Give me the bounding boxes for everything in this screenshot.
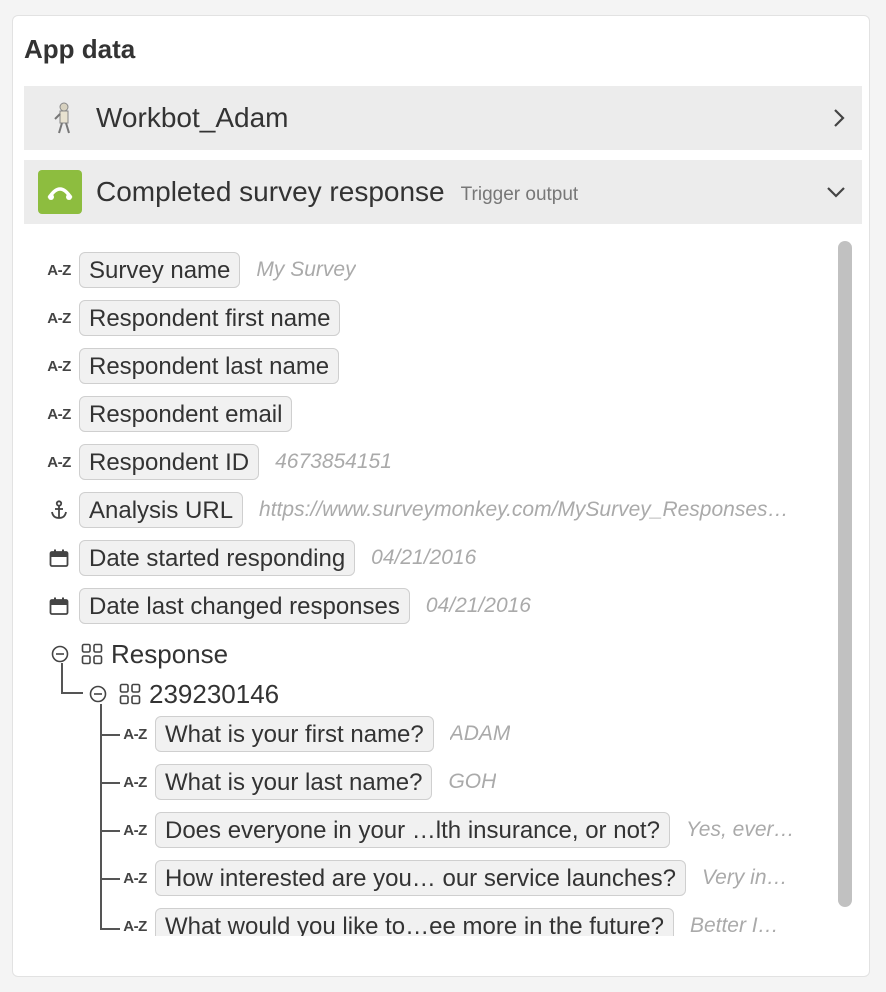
field-pill[interactable]: Does everyone in your …lth insurance, or… [155,812,670,848]
question-interest: A-Z How interested are you… our service … [121,858,831,898]
text-type-icon: A-Z [123,725,147,743]
response-label: Response [111,638,229,669]
text-type-icon: A-Z [123,821,147,839]
scrollbar-thumb[interactable] [838,241,852,907]
tree-connector [61,663,63,693]
panel-title: App data [24,34,136,64]
chevron-down-icon[interactable] [826,160,846,224]
field-pill[interactable]: Respondent last name [79,348,340,384]
response-id-label: 239230146 [149,678,280,709]
workbot-row[interactable]: Workbot_Adam [24,86,862,150]
field-pill[interactable]: What is your first name? [155,716,434,752]
tree-connector [100,782,120,784]
text-type-icon: A-Z [47,357,71,375]
calendar-icon [45,597,73,615]
sample-value: My Survey [256,258,356,281]
field-pill[interactable]: Respondent first name [79,300,341,336]
question-first-name: A-Z What is your first name? ADAM [121,714,831,754]
text-type-icon: A-Z [47,261,71,279]
fields-list[interactable]: A-Z Survey name My Survey A-Z Respondent… [13,236,843,936]
sample-value: 4673854151 [275,450,392,473]
sample-value: 04/21/2016 [371,546,477,569]
text-type-icon: A-Z [47,405,71,423]
collapse-icon[interactable] [89,685,107,703]
app-data-panel: App data Workbot_Adam Completed survey r… [12,15,870,977]
field-respondent-first-name: A-Z Respondent first name [45,298,341,338]
response-node[interactable]: Response [51,634,228,674]
tree-connector [100,734,120,736]
field-date-last-changed: Date last changed responses 04/21/2016 [45,586,531,626]
field-pill[interactable]: Analysis URL [79,492,244,528]
workbot-avatar-icon [46,100,82,136]
text-type-icon: A-Z [123,917,147,935]
field-pill[interactable]: Date last changed responses [79,588,410,624]
question-future: A-Z What would you like to…ee more in th… [121,906,831,936]
field-pill[interactable]: How interested are you… our service laun… [155,860,686,896]
collapse-icon[interactable] [51,645,69,663]
field-pill[interactable]: What is your last name? [155,764,433,800]
sample-value: ADAM [449,722,511,745]
tree-connector [100,704,102,930]
trigger-row[interactable]: Completed survey response Trigger output [24,160,862,224]
chevron-right-icon[interactable] [832,86,846,150]
question-last-name: A-Z What is your last name? GOH [121,762,831,802]
sample-value: 04/21/2016 [425,594,531,617]
sample-value: Very in… [701,866,788,889]
object-type-icon [81,643,103,665]
sample-value: https://www.surveymonkey.com/MySurvey_Re… [259,498,789,521]
field-pill[interactable]: Respondent ID [79,444,260,480]
field-date-started: Date started responding 04/21/2016 [45,538,476,578]
tree-connector [61,692,83,694]
question-health-insurance: A-Z Does everyone in your …lth insurance… [121,810,831,850]
surveymonkey-logo-icon [38,170,82,214]
field-respondent-id: A-Z Respondent ID 4673854151 [45,442,392,482]
field-analysis-url: Analysis URL https://www.surveymonkey.co… [45,490,825,530]
field-survey-name: A-Z Survey name My Survey [45,250,356,290]
trigger-name: Completed survey response [96,176,445,207]
tree-connector [100,878,120,880]
sample-value: GOH [448,770,497,793]
tree-connector [100,928,120,930]
object-type-icon [119,683,141,705]
text-type-icon: A-Z [123,869,147,887]
text-type-icon: A-Z [123,773,147,791]
text-type-icon: A-Z [47,453,71,471]
workbot-name: Workbot_Adam [96,102,289,133]
field-respondent-last-name: A-Z Respondent last name [45,346,340,386]
field-pill[interactable]: What would you like to…ee more in the fu… [155,908,674,936]
sample-value: Better I… [689,914,779,936]
response-child-node[interactable]: 239230146 [89,674,279,714]
anchor-icon [45,500,73,520]
field-pill[interactable]: Survey name [79,252,241,288]
field-pill[interactable]: Respondent email [79,396,293,432]
calendar-icon [45,549,73,567]
field-pill[interactable]: Date started responding [79,540,356,576]
sample-value: Yes, ever… [685,818,795,841]
tree-connector [100,830,120,832]
trigger-subtitle: Trigger output [460,184,579,205]
field-respondent-email: A-Z Respondent email [45,394,293,434]
text-type-icon: A-Z [47,309,71,327]
